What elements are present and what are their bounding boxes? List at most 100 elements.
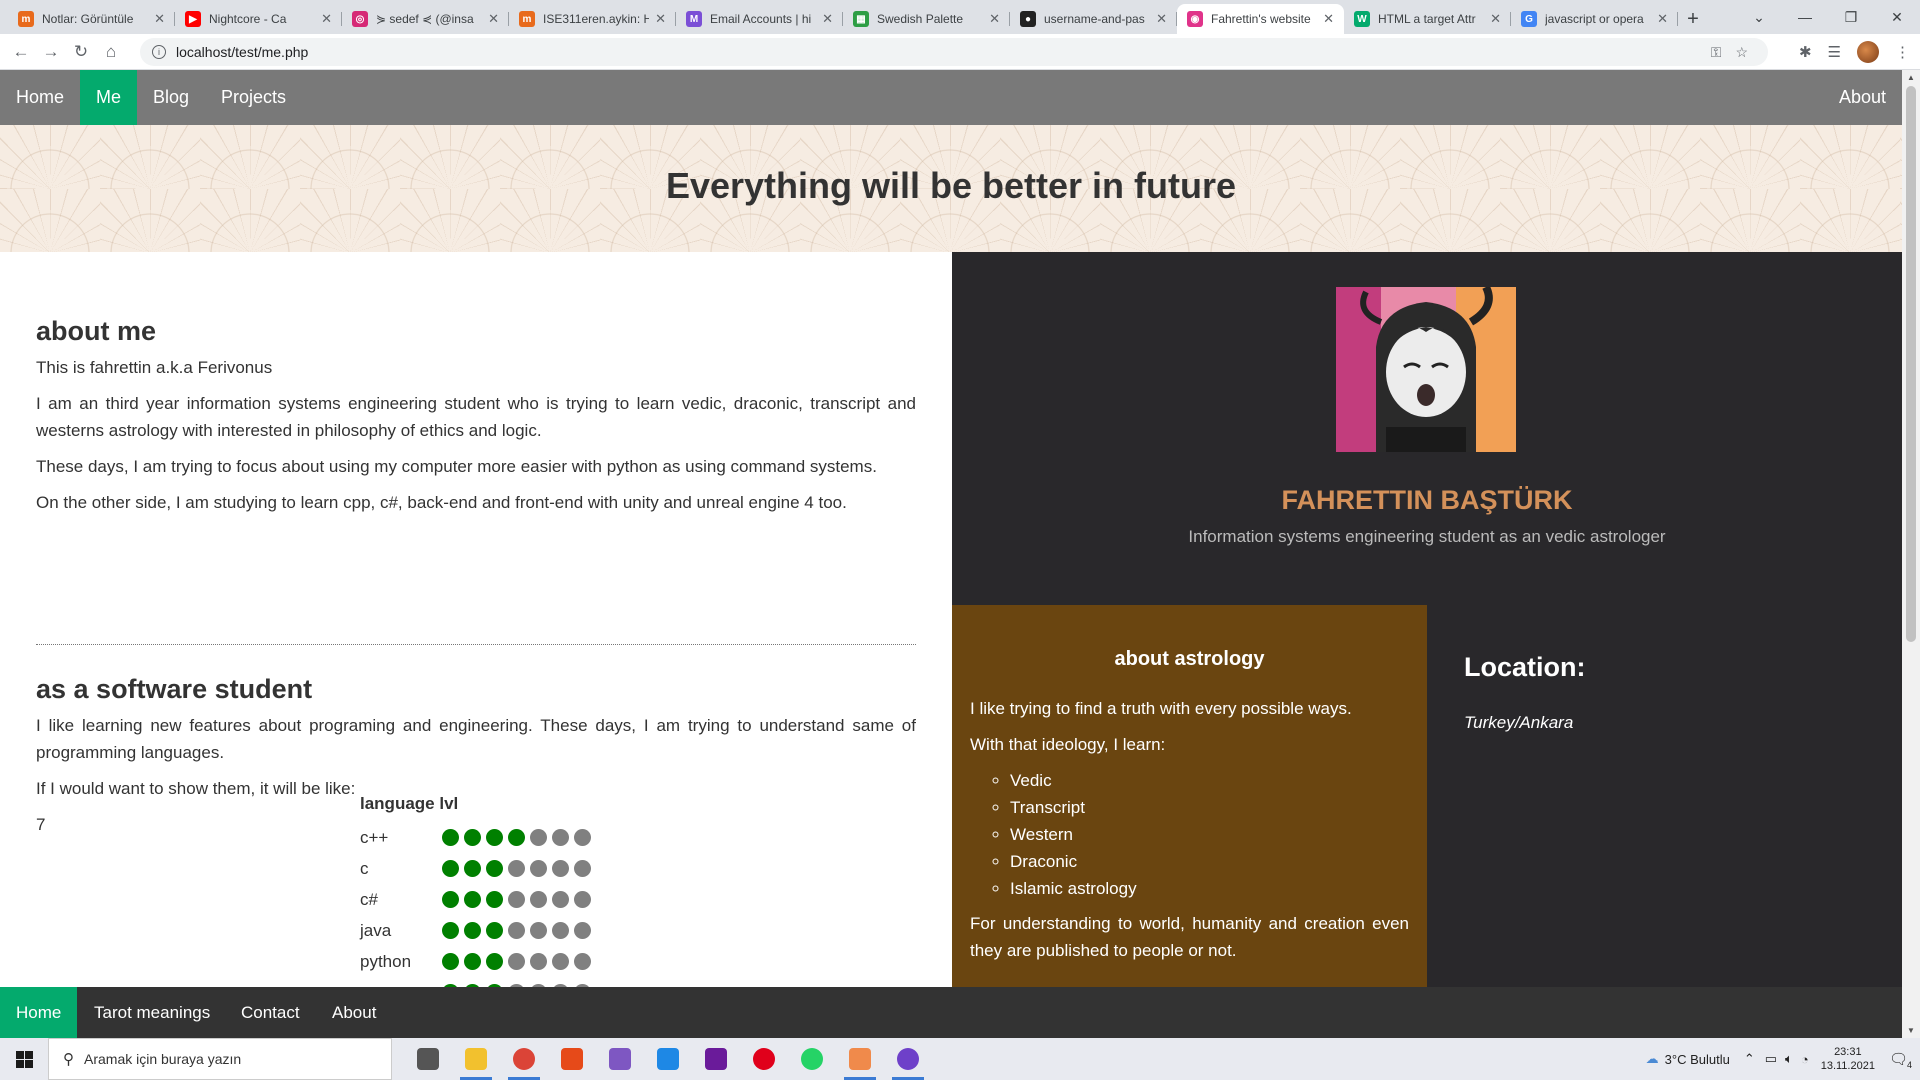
language-rows: c++ c c# java python <box>360 822 591 1008</box>
browser-tab[interactable]: W HTML a target Attr ✕ <box>1344 4 1511 34</box>
close-tab-icon[interactable]: ✕ <box>655 11 666 27</box>
taskbar-app-whatsapp[interactable] <box>788 1038 836 1080</box>
browser-tab[interactable]: ● username-and-pas ✕ <box>1010 4 1177 34</box>
browser-tab[interactable]: ▦ Swedish Palette ✕ <box>843 4 1010 34</box>
taskbar-app-task-view[interactable] <box>404 1038 452 1080</box>
browser-tab[interactable]: ◉ Fahrettin's website ✕ <box>1177 4 1344 34</box>
scroll-up-icon[interactable]: ▲ <box>1907 73 1915 82</box>
clock[interactable]: 23:31 13.11.2021 <box>1821 1045 1875 1073</box>
close-tab-icon[interactable]: ✕ <box>1323 11 1334 27</box>
browser-tab[interactable]: ▶ Nightcore - Ca ✕ <box>175 4 342 34</box>
kebab-menu-icon[interactable]: ⋮ <box>1895 43 1910 61</box>
close-window-button[interactable]: ✕ <box>1874 9 1920 26</box>
taskbar-app-discord-ptb[interactable] <box>836 1038 884 1080</box>
level-dots <box>442 829 591 846</box>
language-name: java <box>360 920 392 940</box>
section-divider <box>36 644 916 645</box>
browser-tab[interactable]: Gjavascript or opera ✕ <box>1511 4 1678 34</box>
tab-favicon-icon: ◉ <box>1187 11 1203 27</box>
taskbar-app-vscode[interactable] <box>644 1038 692 1080</box>
browser-tab[interactable]: ◎ ⋟ sedef ⋞ (@insa ✕ <box>342 4 509 34</box>
footer-nav-about[interactable]: About <box>316 987 392 1038</box>
speaker-icon[interactable]: 🔈︎ <box>1785 1051 1793 1067</box>
language-name: c++ <box>360 827 389 847</box>
taskbar-search[interactable]: ⚲ Aramak için buraya yazın <box>48 1038 392 1080</box>
scroll-down-icon[interactable]: ▼ <box>1907 1026 1915 1035</box>
address-bar[interactable]: i localhost/test/me.php ⚿ ☆ <box>140 38 1768 66</box>
task-view-icon <box>417 1048 439 1070</box>
footer-nav-contact[interactable]: Contact <box>225 987 316 1038</box>
close-tab-icon[interactable]: ✕ <box>989 11 1000 27</box>
taskbar-app-file-explorer[interactable] <box>452 1038 500 1080</box>
taskbar-app-visual-studio[interactable] <box>596 1038 644 1080</box>
close-tab-icon[interactable]: ✕ <box>488 11 499 27</box>
close-tab-icon[interactable]: ✕ <box>1490 11 1501 27</box>
astrology-heading: about astrology <box>1114 648 1265 670</box>
level-dot-filled <box>508 829 525 846</box>
restore-button[interactable]: ❐ <box>1828 9 1874 26</box>
notification-icon[interactable]: 🗨︎ 4 <box>1889 1050 1912 1070</box>
tab-title: ISE311eren.aykin: H <box>543 12 650 26</box>
profile-avatar[interactable] <box>1857 40 1879 63</box>
taskbar-app-opera[interactable] <box>740 1038 788 1080</box>
taskbar-app-chrome[interactable] <box>500 1038 548 1080</box>
close-tab-icon[interactable]: ✕ <box>1657 11 1668 27</box>
sidebar-column: FAHRETTIN BAŞTÜRK Information systems en… <box>952 252 1902 1038</box>
key-icon[interactable]: ⚿ <box>1711 44 1722 61</box>
astrology-intro: I like trying to find a truth with every… <box>970 699 1352 718</box>
close-tab-icon[interactable]: ✕ <box>822 11 833 27</box>
wifi-icon[interactable]: ◔ <box>1801 1052 1809 1067</box>
start-button[interactable] <box>0 1038 48 1080</box>
footer-nav-tarot[interactable]: Tarot meanings <box>78 987 226 1038</box>
nav-projects[interactable]: Projects <box>205 70 302 125</box>
new-tab-button[interactable]: + <box>1678 4 1708 34</box>
taskbar-app-winrar[interactable] <box>692 1038 740 1080</box>
level-dot-empty <box>574 829 591 846</box>
level-dot-empty <box>574 953 591 970</box>
nav-home[interactable]: Home <box>0 70 80 125</box>
reload-icon[interactable]: ↻ <box>66 42 96 62</box>
astrology-list: Vedic Transcript Western Draconic Islami… <box>970 767 1409 902</box>
back-arrow-icon[interactable]: ← <box>6 42 36 62</box>
chrome-icon <box>513 1048 535 1070</box>
puzzle-icon[interactable]: ✱ <box>1799 43 1812 61</box>
chevron-up-icon[interactable]: ⌃ <box>1744 1051 1755 1067</box>
weather-text[interactable]: 3°C Bulutlu <box>1665 1052 1730 1067</box>
home-icon[interactable]: ⌂ <box>96 42 126 62</box>
level-dot-empty <box>552 860 569 877</box>
site-info-icon[interactable]: i <box>152 45 166 59</box>
tab-search-icon[interactable]: ⌄ <box>1736 9 1782 26</box>
tab-favicon-icon: ◎ <box>352 11 368 27</box>
level-dots <box>442 953 591 970</box>
battery-icon[interactable]: ▭ <box>1765 1051 1777 1067</box>
nav-blog[interactable]: Blog <box>137 70 205 125</box>
taskbar-app-github-desktop[interactable] <box>884 1038 932 1080</box>
about-me-paragraph: I am an third year information systems e… <box>36 394 916 440</box>
astrology-list-item: Transcript <box>1010 794 1409 821</box>
close-tab-icon[interactable]: ✕ <box>1156 11 1167 27</box>
minimize-button[interactable]: — <box>1782 9 1828 25</box>
reading-list-icon[interactable]: ☰ <box>1828 43 1841 61</box>
opera-icon <box>753 1048 775 1070</box>
taskbar-app-office[interactable] <box>548 1038 596 1080</box>
software-heading: as a software student <box>36 674 313 704</box>
page-scrollbar[interactable]: ▲ ▼ <box>1902 70 1920 1038</box>
about-me-text: This is fahrettin a.k.a Ferivonus I am a… <box>36 354 916 516</box>
browser-tab[interactable]: m ISE311eren.aykin: H ✕ <box>509 4 676 34</box>
browser-tab[interactable]: M Email Accounts | hi ✕ <box>676 4 843 34</box>
bookmark-star-icon[interactable]: ☆ <box>1735 44 1748 61</box>
nav-me[interactable]: Me <box>80 70 138 125</box>
office-icon <box>561 1048 583 1070</box>
taskbar-search-placeholder: Aramak için buraya yazın <box>84 1051 242 1067</box>
browser-tab[interactable]: m Notlar: Görüntüle ✕ <box>8 4 175 34</box>
about-me-paragraph: This is fahrettin a.k.a Ferivonus <box>36 358 273 377</box>
windows-taskbar: ⚲ Aramak için buraya yazın ☁ 3°C Bulutlu… <box>0 1038 1920 1080</box>
footer-nav-home[interactable]: Home <box>0 987 78 1038</box>
scrollbar-thumb[interactable] <box>1906 86 1916 642</box>
extensions-area: ✱ ☰ ⋮ <box>1799 40 1910 63</box>
nav-about[interactable]: About <box>1823 70 1902 125</box>
close-tab-icon[interactable]: ✕ <box>321 11 332 27</box>
tab-title: Notlar: Görüntüle <box>42 12 134 26</box>
forward-arrow-icon[interactable]: → <box>36 42 66 62</box>
close-tab-icon[interactable]: ✕ <box>154 11 165 27</box>
